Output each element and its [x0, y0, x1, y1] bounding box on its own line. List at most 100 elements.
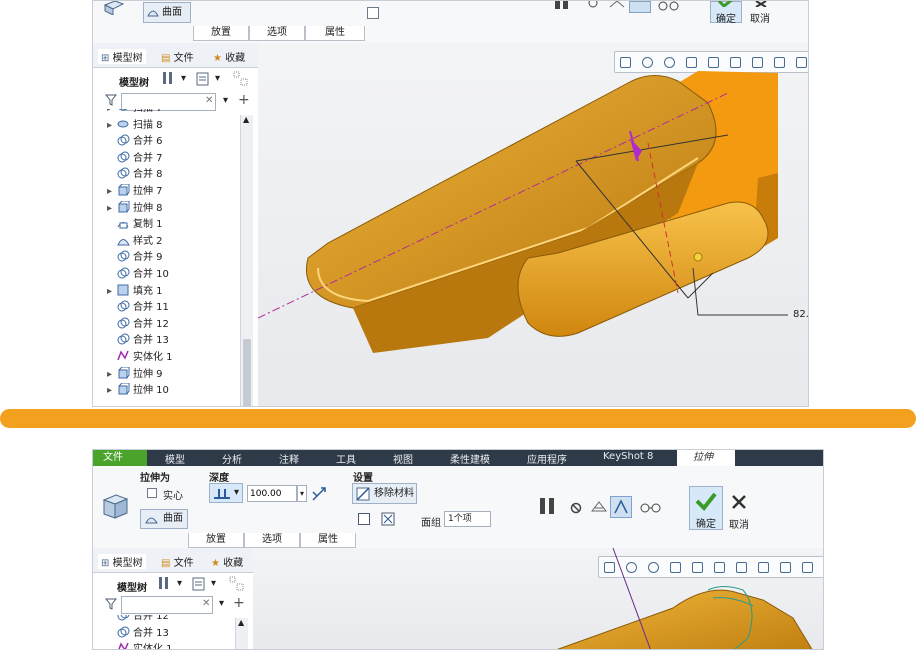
surface-button[interactable]: 曲面: [143, 2, 191, 23]
tab-options[interactable]: 选项: [249, 26, 305, 41]
tab-placement[interactable]: 放置: [193, 26, 249, 41]
add-filter-icon[interactable]: +: [233, 595, 245, 611]
tree-item[interactable]: 合并 13: [107, 626, 169, 642]
tree-item[interactable]: ▸ 扫描 8: [107, 118, 163, 134]
show-icon[interactable]: [196, 72, 210, 89]
menu-applications[interactable]: 应用程序: [527, 451, 567, 466]
no-preview-icon[interactable]: [570, 502, 582, 517]
cancel-label[interactable]: 取消: [750, 10, 770, 25]
filter-icon[interactable]: [104, 598, 118, 613]
glasses-icon[interactable]: [640, 502, 662, 517]
scroll-up-icon[interactable]: ▲: [243, 115, 249, 124]
dimension-label[interactable]: 82.40: [793, 309, 808, 320]
tab-properties[interactable]: 属性: [305, 26, 365, 41]
tree-item[interactable]: 合并 7: [107, 151, 163, 167]
expand-arrow-icon[interactable]: ▸: [107, 109, 117, 117]
menu-flexible-modeling[interactable]: 柔性建模: [450, 451, 490, 466]
clear-search-icon[interactable]: ✕: [205, 95, 213, 106]
scroll-up-icon[interactable]: ▲: [238, 618, 244, 627]
tree-item[interactable]: ▸ 拉伸 8: [107, 200, 163, 217]
tree-item[interactable]: 合并 13: [107, 333, 169, 349]
cancel-x-icon[interactable]: [731, 494, 747, 513]
solid-checkbox[interactable]: [147, 488, 157, 498]
tree-item[interactable]: 合并 12: [107, 317, 169, 333]
face-group-collector[interactable]: 1个项: [444, 511, 491, 527]
tab-favorites[interactable]: ★ 收藏: [211, 554, 251, 569]
thicken-icon[interactable]: [381, 512, 395, 529]
depth-value-input[interactable]: [247, 485, 297, 502]
preview-icon[interactable]: [629, 1, 651, 13]
tree-item[interactable]: 实体化 1: [107, 642, 173, 649]
flip-direction-icon[interactable]: [311, 486, 327, 505]
tree-item[interactable]: ▸ 扫描 7: [107, 109, 163, 117]
tab-model-tree[interactable]: ⊞ 模型树: [98, 554, 146, 569]
menu-analysis[interactable]: 分析: [222, 451, 242, 466]
menu-tools[interactable]: 工具: [336, 451, 356, 466]
tree-item[interactable]: 合并 12: [107, 615, 169, 625]
show-icon[interactable]: [192, 577, 206, 594]
remove-material-button[interactable]: 移除材料: [352, 483, 417, 504]
tree-scrollbar[interactable]: ▲: [235, 618, 248, 649]
tree-item[interactable]: 复制 1: [107, 217, 163, 233]
expand-arrow-icon[interactable]: ▸: [107, 284, 117, 300]
layer-icon[interactable]: [229, 576, 245, 595]
tree-item[interactable]: ▸ 填充 1: [107, 284, 163, 300]
layer-icon[interactable]: [233, 71, 249, 90]
show-dropdown-icon[interactable]: ▾: [215, 73, 220, 84]
tab-files[interactable]: ▤ 文件: [161, 49, 203, 64]
tree-item[interactable]: 样式 2: [107, 234, 163, 250]
surface-button[interactable]: 曲面: [140, 509, 188, 529]
context-tab-extrude[interactable]: 拉伸: [677, 450, 735, 466]
tab-favorites[interactable]: ★ 收藏: [213, 49, 253, 64]
search-dropdown-icon[interactable]: ▾: [219, 598, 224, 609]
expand-arrow-icon[interactable]: ▸: [107, 201, 117, 217]
glasses-icon[interactable]: [658, 1, 680, 14]
tree-scrollbar[interactable]: ▲: [240, 115, 253, 406]
no-preview-icon[interactable]: [587, 1, 599, 12]
filter-icon[interactable]: [104, 94, 118, 109]
clear-search-icon[interactable]: ✕: [202, 598, 210, 609]
bottom-graphics-viewport[interactable]: [253, 548, 823, 649]
expand-arrow-icon[interactable]: ▸: [107, 118, 117, 134]
tab-placement[interactable]: 放置: [188, 533, 244, 548]
menu-annotate[interactable]: 注释: [279, 451, 299, 466]
menu-keyshot[interactable]: KeyShot 8: [603, 451, 653, 462]
add-filter-icon[interactable]: +: [238, 92, 250, 108]
tree-item[interactable]: ▸ 拉伸 10: [107, 382, 169, 399]
tree-settings-icon[interactable]: [161, 71, 175, 88]
pause-icon[interactable]: [538, 497, 558, 518]
expand-arrow-icon[interactable]: ▸: [107, 383, 117, 399]
tab-properties[interactable]: 属性: [300, 533, 356, 548]
option-checkbox[interactable]: [367, 7, 379, 19]
tab-files[interactable]: ▤ 文件: [161, 554, 203, 569]
thicken-checkbox[interactable]: [358, 513, 370, 525]
verify-icon[interactable]: [590, 499, 608, 518]
depth-value-dropdown[interactable]: ▾: [297, 485, 307, 502]
tree-item[interactable]: 合并 6: [107, 134, 163, 150]
tree-item[interactable]: 合并 9: [107, 250, 163, 266]
tree-item[interactable]: 合并 11: [107, 300, 169, 316]
search-dropdown-icon[interactable]: ▾: [223, 95, 228, 106]
tree-settings-dropdown-icon[interactable]: ▾: [177, 578, 182, 589]
menu-file[interactable]: 文件: [93, 450, 147, 466]
tab-model-tree[interactable]: ⊞ 模型树: [98, 49, 146, 64]
cancel-x-icon[interactable]: [755, 1, 767, 10]
menu-view[interactable]: 视图: [393, 451, 413, 466]
expand-arrow-icon[interactable]: ▸: [107, 184, 117, 200]
menu-model[interactable]: 模型: [165, 451, 185, 466]
tree-settings-icon[interactable]: [157, 576, 171, 593]
top-graphics-viewport[interactable]: 82.40: [258, 43, 808, 406]
depth-type-button[interactable]: ▾: [209, 483, 243, 503]
pause-icon[interactable]: [553, 1, 573, 9]
tree-search-input[interactable]: [121, 596, 213, 614]
tab-options[interactable]: 选项: [244, 533, 300, 548]
tree-item[interactable]: 合并 10: [107, 267, 169, 283]
tree-item[interactable]: 合并 8: [107, 167, 163, 183]
tree-item[interactable]: 实体化 1: [107, 350, 173, 366]
tree-settings-dropdown-icon[interactable]: ▾: [181, 73, 186, 84]
confirm-button[interactable]: 确定: [689, 486, 723, 530]
tree-item[interactable]: ▸ 拉伸 9: [107, 366, 163, 383]
expand-arrow-icon[interactable]: ▸: [107, 367, 117, 383]
show-dropdown-icon[interactable]: ▾: [211, 578, 216, 589]
scroll-thumb[interactable]: [243, 339, 251, 406]
